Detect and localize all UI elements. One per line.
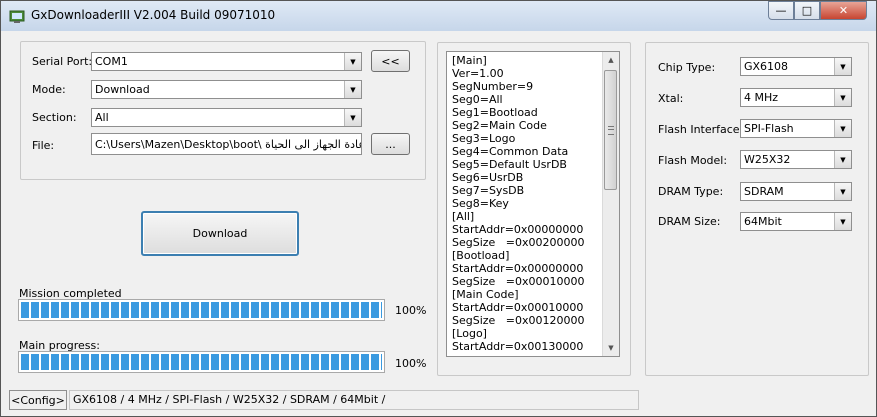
- flash-model-label: Flash Model:: [658, 154, 728, 167]
- config-line[interactable]: StartAddr=0x00130000: [452, 340, 602, 353]
- config-line[interactable]: StartAddr=0x00010000: [452, 301, 602, 314]
- mode-select[interactable]: Download ▼: [91, 80, 362, 99]
- config-listbox[interactable]: [Main] Ver=1.00 SegNumber=9 Seg0=All Seg1=Bo…: [446, 51, 620, 357]
- chevron-down-icon[interactable]: ▼: [834, 58, 851, 75]
- config-line[interactable]: Seg3=Logo: [452, 132, 602, 145]
- config-line[interactable]: Seg7=SysDB: [452, 184, 602, 197]
- dram-size-value: 64Mbit: [744, 215, 782, 228]
- serial-port-value: COM1: [95, 55, 128, 68]
- config-scrollbar[interactable]: ▲ ▼: [602, 52, 619, 356]
- mode-value: Download: [95, 83, 150, 96]
- chevron-down-icon[interactable]: ▼: [344, 81, 361, 98]
- xtal-select[interactable]: 4 MHz ▼: [740, 88, 852, 107]
- config-lines: [Main] Ver=1.00 SegNumber=9 Seg0=All Seg1=Bo…: [452, 54, 602, 353]
- dram-type-select[interactable]: SDRAM ▼: [740, 182, 852, 201]
- window-title: GxDownloaderIII V2.004 Build 09071010: [31, 8, 276, 22]
- config-line[interactable]: [Bootload]: [452, 249, 602, 262]
- collapse-panel-button[interactable]: <<: [371, 50, 410, 72]
- chevron-down-icon[interactable]: ▼: [344, 53, 361, 70]
- chevron-down-icon[interactable]: ▼: [834, 89, 851, 106]
- xtal-value: 4 MHz: [744, 91, 779, 104]
- config-tab[interactable]: <Config>: [9, 390, 67, 410]
- scroll-thumb[interactable]: [604, 70, 617, 190]
- config-line[interactable]: StartAddr=0x00000000: [452, 262, 602, 275]
- minimize-button[interactable]: —: [768, 1, 794, 20]
- config-line[interactable]: [All]: [452, 210, 602, 223]
- section-label: Section:: [32, 111, 77, 124]
- status-summary: GX6108 / 4 MHz / SPI-Flash / W25X32 / SD…: [69, 390, 639, 410]
- main-progress-bar: [18, 351, 385, 373]
- chevron-down-icon[interactable]: ▼: [344, 109, 361, 126]
- config-line[interactable]: Seg0=All: [452, 93, 602, 106]
- serial-port-label: Serial Port:: [32, 55, 93, 68]
- chevron-down-icon[interactable]: ▼: [834, 213, 851, 230]
- download-button[interactable]: Download: [141, 211, 299, 256]
- mission-progress-percent: 100%: [395, 304, 427, 317]
- config-line[interactable]: [Main]: [452, 54, 602, 67]
- mission-progress-bar: [18, 299, 385, 321]
- chevron-down-icon[interactable]: ▼: [834, 120, 851, 137]
- config-line[interactable]: SegSize =0x00120000: [452, 314, 602, 327]
- chip-type-value: GX6108: [744, 60, 789, 73]
- config-line[interactable]: Seg6=UsrDB: [452, 171, 602, 184]
- dram-type-label: DRAM Type:: [658, 185, 724, 198]
- config-line[interactable]: SegSize =0x00200000: [452, 236, 602, 249]
- config-line[interactable]: Seg5=Default UsrDB: [452, 158, 602, 171]
- dram-size-select[interactable]: 64Mbit ▼: [740, 212, 852, 231]
- config-line[interactable]: Seg8=Key: [452, 197, 602, 210]
- config-line[interactable]: Seg2=Main Code: [452, 119, 602, 132]
- config-line[interactable]: Seg4=Common Data: [452, 145, 602, 158]
- flash-interface-select[interactable]: SPI-Flash ▼: [740, 119, 852, 138]
- main-progress-percent: 100%: [395, 357, 427, 370]
- file-path-value: C:\Users\Mazen\Desktop\boot\ تا لاعادة ا…: [95, 138, 361, 151]
- title-bar[interactable]: GxDownloaderIII V2.004 Build 09071010 — …: [1, 1, 876, 31]
- scroll-down-icon[interactable]: ▼: [603, 340, 619, 356]
- serial-port-select[interactable]: COM1 ▼: [91, 52, 362, 71]
- chip-type-label: Chip Type:: [658, 61, 716, 74]
- maximize-button[interactable]: □: [794, 1, 820, 20]
- chevron-down-icon[interactable]: ▼: [834, 151, 851, 168]
- dram-type-value: SDRAM: [744, 185, 784, 198]
- grip-icon: [608, 126, 614, 135]
- status-bar: <Config> GX6108 / 4 MHz / SPI-Flash / W2…: [9, 390, 639, 410]
- section-value: All: [95, 111, 109, 124]
- flash-model-select[interactable]: W25X32 ▼: [740, 150, 852, 169]
- mission-progress-fill: [21, 302, 382, 318]
- config-line[interactable]: StartAddr=0x00000000: [452, 223, 602, 236]
- file-label: File:: [32, 139, 55, 152]
- chip-type-select[interactable]: GX6108 ▼: [740, 57, 852, 76]
- flash-interface-value: SPI-Flash: [744, 122, 794, 135]
- config-line[interactable]: SegNumber=9: [452, 80, 602, 93]
- chevron-down-icon[interactable]: ▼: [834, 183, 851, 200]
- xtal-label: Xtal:: [658, 92, 684, 105]
- flash-interface-label: Flash Interface:: [658, 123, 744, 136]
- config-line[interactable]: SegSize =0x00010000: [452, 275, 602, 288]
- flash-model-value: W25X32: [744, 153, 791, 166]
- config-line[interactable]: Ver=1.00: [452, 67, 602, 80]
- mode-label: Mode:: [32, 83, 66, 96]
- close-button[interactable]: ✕: [820, 1, 867, 20]
- scroll-up-icon[interactable]: ▲: [603, 52, 619, 68]
- config-line[interactable]: [Main Code]: [452, 288, 602, 301]
- app-window: GxDownloaderIII V2.004 Build 09071010 — …: [0, 0, 877, 417]
- dram-size-label: DRAM Size:: [658, 215, 721, 228]
- main-progress-fill: [21, 354, 382, 370]
- file-path-input[interactable]: C:\Users\Mazen\Desktop\boot\ تا لاعادة ا…: [91, 133, 362, 155]
- config-line[interactable]: Seg1=Bootload: [452, 106, 602, 119]
- section-select[interactable]: All ▼: [91, 108, 362, 127]
- app-icon: [9, 10, 25, 23]
- config-line[interactable]: [Logo]: [452, 327, 602, 340]
- browse-button[interactable]: ...: [371, 133, 410, 155]
